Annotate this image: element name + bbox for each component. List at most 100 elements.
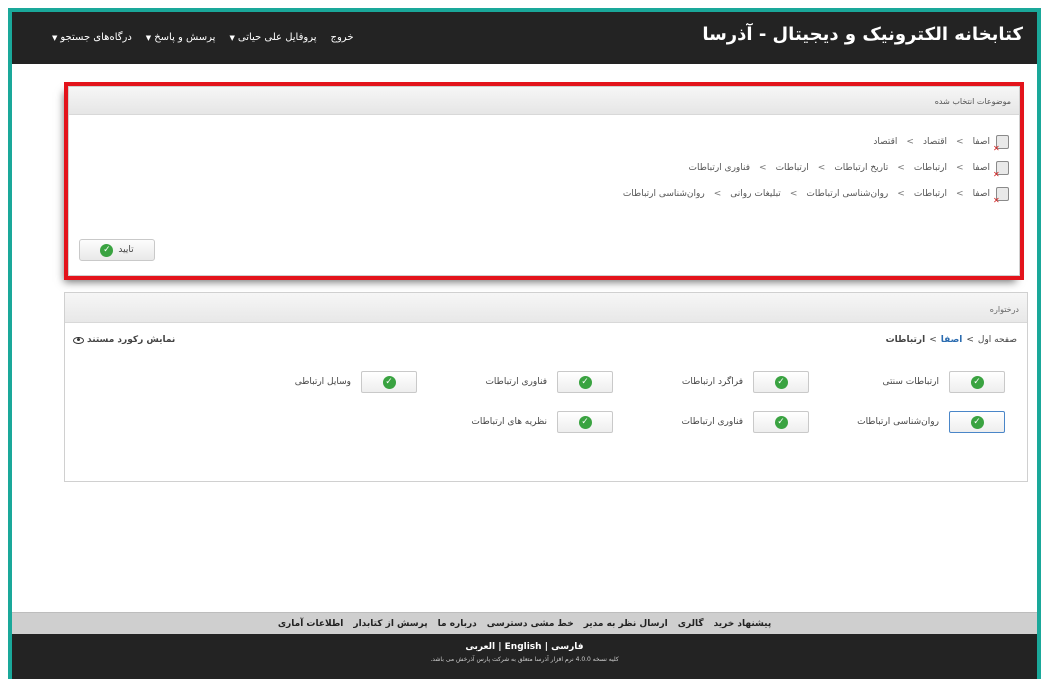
- node-select-button[interactable]: ✓: [949, 371, 1005, 393]
- caret-down-icon: ▼: [52, 34, 58, 42]
- crumb-sep: >: [759, 163, 767, 173]
- footer-links: پیشنهاد خرید گالری ارسال نظر به مدیر خط …: [12, 612, 1037, 634]
- check-icon: ✓: [970, 375, 984, 389]
- footer-bottom: فارسی | English | العربی کلیه نسخه 4.0.0…: [12, 634, 1037, 679]
- crumb-sep: >: [713, 189, 722, 199]
- language-switcher: فارسی | English | العربی: [12, 642, 1037, 652]
- check-icon: ✓: [774, 415, 788, 429]
- node-select-button[interactable]: ✓: [361, 371, 417, 393]
- check-icon: ✓: [578, 415, 592, 429]
- crumb-sep: >: [956, 137, 964, 147]
- show-record-link[interactable]: نمایش رکورد مستند: [73, 335, 175, 345]
- tree-node: ✓ فناوری ارتباطات: [485, 371, 613, 393]
- eye-icon: [73, 336, 84, 344]
- node-select-button[interactable]: ✓: [753, 411, 809, 433]
- subject-crumb: تبلیغات روانی: [730, 189, 781, 199]
- subject-crumb: تاریخ ارتباطات: [834, 163, 889, 173]
- node-label[interactable]: روان‌شناسی ارتباطات: [857, 417, 939, 427]
- subject-crumb: روان‌شناسی ارتباطات: [622, 189, 705, 199]
- tree-node: ✓ فناوری ارتباطات: [681, 411, 809, 433]
- delete-icon[interactable]: [993, 161, 1009, 179]
- node-label[interactable]: ارتباطات سنتی: [882, 377, 939, 387]
- top-nav: درگاه‌های جستجو▼ پرسش و پاسخ▼ پروفایل عل…: [52, 32, 354, 43]
- nav-qa[interactable]: پرسش و پاسخ▼: [146, 32, 216, 43]
- tree-title: درختواره: [65, 293, 1027, 323]
- footer-link[interactable]: پرسش از کتابدار: [353, 619, 427, 629]
- footer-link[interactable]: اطلاعات آماری: [278, 619, 344, 629]
- crumb-sep: >: [817, 163, 826, 173]
- subject-crumb: اقتصاد: [922, 137, 948, 147]
- subject-crumb: ارتباطات: [775, 163, 809, 173]
- lang-ar[interactable]: العربی: [465, 642, 495, 652]
- crumb-sep: >: [956, 189, 964, 199]
- nav-logout[interactable]: خروج: [331, 32, 354, 43]
- subject-crumb: اصفا: [972, 189, 990, 199]
- tree-node: ✓ وسایل ارتباطی: [295, 371, 417, 393]
- check-icon: ✓: [100, 243, 114, 257]
- subject-row: اصفا > اقتصاد > اقتصاد: [69, 129, 1019, 155]
- footer-link[interactable]: گالری: [678, 619, 704, 629]
- crumb-sep: >: [956, 163, 964, 173]
- tree-node: ✓ نظریه های ارتباطات: [471, 411, 613, 433]
- main-content: موضوعات انتخاب شده اصفا > اقتصاد > اقتصاد …: [12, 64, 1037, 612]
- selected-subjects-panel: موضوعات انتخاب شده اصفا > اقتصاد > اقتصاد …: [64, 82, 1024, 280]
- tree-panel: درختواره صفحه اول > اصفا > ارتباطات نمای…: [64, 292, 1028, 482]
- crumb-sep: >: [789, 189, 798, 199]
- subject-crumb: ارتباطات: [913, 189, 948, 199]
- footer-link[interactable]: ارسال نظر به مدیر: [584, 619, 668, 629]
- node-label[interactable]: نظریه های ارتباطات: [471, 417, 547, 427]
- node-select-button[interactable]: ✓: [753, 371, 809, 393]
- breadcrumb-sep: >: [929, 335, 937, 345]
- breadcrumb-link[interactable]: اصفا: [941, 335, 963, 345]
- app-window: کتابخانه الکترونیک و دیجیتال - آذرسا درگ…: [8, 8, 1041, 679]
- node-label[interactable]: فناوری ارتباطات: [485, 377, 547, 387]
- subject-crumb: فناوری ارتباطات: [688, 163, 751, 173]
- lang-en[interactable]: English: [505, 642, 542, 652]
- footer-link[interactable]: پیشنهاد خرید: [714, 619, 772, 629]
- subject-crumb: روان‌شناسی ارتباطات: [806, 189, 889, 199]
- breadcrumb-sep: >: [966, 335, 974, 345]
- check-icon: ✓: [970, 415, 984, 429]
- lang-fa[interactable]: فارسی: [551, 642, 583, 652]
- crumb-sep: >: [897, 189, 905, 199]
- node-select-button[interactable]: ✓: [557, 371, 613, 393]
- tree-node: ✓ روان‌شناسی ارتباطات: [857, 411, 1005, 433]
- node-label[interactable]: فراگرد ارتباطات: [682, 377, 743, 387]
- selected-subjects-title: موضوعات انتخاب شده: [69, 87, 1019, 115]
- crumb-sep: >: [897, 163, 905, 173]
- lang-sep: |: [498, 642, 502, 652]
- subject-crumb: اصفا: [972, 163, 990, 173]
- caret-down-icon: ▼: [229, 34, 235, 42]
- subject-crumb: اصفا: [972, 137, 990, 147]
- confirm-label: تایید: [118, 245, 134, 255]
- subject-row: اصفا > ارتباطات > روان‌شناسی ارتباطات > تبل…: [69, 181, 1019, 207]
- subject-row: اصفا > ارتباطات > تاریخ ارتباطات > ارتباطات…: [69, 155, 1019, 181]
- breadcrumb: صفحه اول > اصفا > ارتباطات: [886, 335, 1017, 345]
- confirm-button[interactable]: تایید ✓: [79, 239, 155, 261]
- caret-down-icon: ▼: [145, 34, 152, 42]
- check-icon: ✓: [578, 375, 592, 389]
- delete-icon[interactable]: [993, 187, 1009, 205]
- node-label[interactable]: وسایل ارتباطی: [295, 377, 351, 387]
- node-select-button[interactable]: ✓: [949, 411, 1005, 433]
- tree-node: ✓ فراگرد ارتباطات: [682, 371, 809, 393]
- copyright: کلیه نسخه 4.0.0 نرم افزار آذرسا متعلق به…: [430, 656, 619, 663]
- breadcrumb-home[interactable]: صفحه اول: [978, 335, 1017, 345]
- subject-crumb: اقتصاد: [873, 137, 898, 147]
- breadcrumb-current: ارتباطات: [885, 335, 926, 345]
- check-icon: ✓: [774, 375, 788, 389]
- site-title: کتابخانه الکترونیک و دیجیتال - آذرسا: [702, 24, 1023, 45]
- selected-subjects-list: اصفا > اقتصاد > اقتصاد اصفا > ارتباطات > تار…: [69, 115, 1019, 207]
- delete-icon[interactable]: [993, 135, 1009, 153]
- nav-profile[interactable]: پروفایل علی حیاتی▼: [229, 32, 316, 43]
- footer-link[interactable]: درباره ما: [438, 619, 477, 629]
- footer-link[interactable]: خط مشی دسترسی: [487, 619, 574, 629]
- lang-sep: |: [544, 642, 549, 652]
- node-select-button[interactable]: ✓: [557, 411, 613, 433]
- nav-label: پرسش و پاسخ: [154, 32, 216, 43]
- subject-crumb: ارتباطات: [913, 163, 948, 173]
- nav-search-portals[interactable]: درگاه‌های جستجو▼: [52, 32, 132, 43]
- top-bar: کتابخانه الکترونیک و دیجیتال - آذرسا درگ…: [12, 12, 1037, 64]
- node-label[interactable]: فناوری ارتباطات: [681, 417, 743, 427]
- check-icon: ✓: [382, 375, 396, 389]
